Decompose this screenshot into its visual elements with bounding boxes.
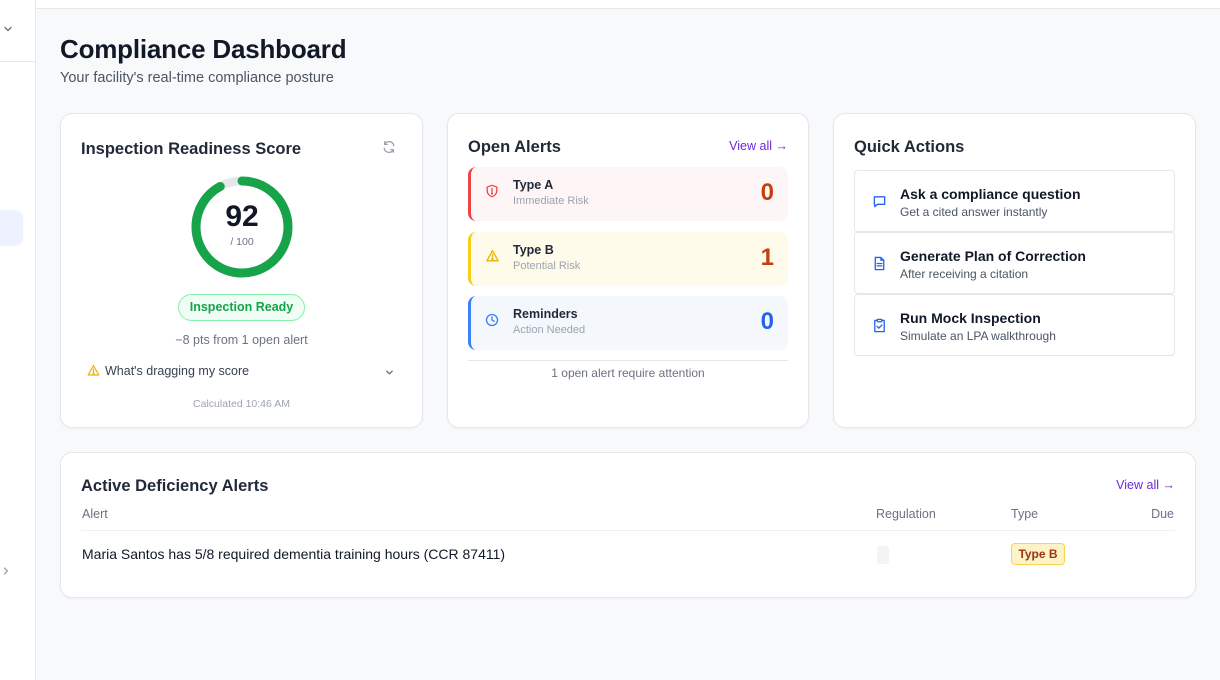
alert-description: Maria Santos has 5/8 required dementia t… [82,546,506,562]
deficiency-view-all-link[interactable]: View all → [1116,478,1175,492]
column-header-type[interactable]: Type [1011,507,1038,521]
alert-type-a[interactable]: Type A Immediate Risk 0 [468,167,788,221]
divider [81,530,1175,531]
action-title: Generate Plan of Correction [900,248,1086,264]
alert-subtitle: Potential Risk [513,260,581,272]
alert-count: 0 [760,308,774,335]
alert-name: Type B [513,243,554,257]
refresh-icon[interactable] [382,140,396,159]
chevron-down-icon [384,365,395,383]
open-alerts-summary: 1 open alert require attention [551,366,705,380]
action-title: Ask a compliance question [900,186,1081,202]
score-drivers-label: What's dragging my score [105,364,250,378]
document-icon [872,256,887,276]
shield-alert-icon [485,184,499,203]
column-header-regulation[interactable]: Regulation [876,507,936,521]
score-max: / 100 [230,236,254,248]
calculated-timestamp: Calculated 10:46 AM [193,398,290,410]
deficiency-alerts-card: Active Deficiency Alerts View all → Aler… [60,452,1196,598]
deficiency-alerts-title: Active Deficiency Alerts [81,477,269,495]
clock-icon [485,313,499,332]
regulation-placeholder [877,546,889,564]
top-bar [36,0,1220,9]
warning-triangle-icon [485,249,500,268]
alert-count: 0 [760,179,774,206]
chevron-down-icon[interactable] [2,22,14,40]
quick-actions-card: Quick Actions Ask a compliance question … [833,113,1196,428]
chevron-right-icon[interactable] [1,564,11,582]
score-note: −8 pts from 1 open alert [175,333,308,347]
open-alerts-view-all-link[interactable]: View all → [729,139,788,153]
warning-triangle-icon [87,364,100,382]
mock-inspection-button[interactable]: Run Mock Inspection Simulate an LPA walk… [854,294,1175,356]
open-alerts-title: Open Alerts [468,138,561,156]
alert-name: Reminders [513,307,578,321]
action-subtitle: After receiving a citation [900,267,1029,281]
alert-count: 1 [760,244,774,271]
column-header-alert[interactable]: Alert [82,507,108,521]
readiness-score-card: Inspection Readiness Score 92 / 100 Insp… [60,113,423,428]
action-subtitle: Simulate an LPA walkthrough [900,329,1056,343]
open-alerts-card: Open Alerts View all → Type A Immediate … [447,113,809,428]
alert-subtitle: Action Needed [513,324,586,336]
page-title: Compliance Dashboard [60,34,347,64]
score-drivers-toggle[interactable]: What's dragging my score [87,361,397,383]
status-badge: Inspection Ready [178,294,305,321]
sidebar-item-active[interactable] [0,210,23,246]
action-title: Run Mock Inspection [900,310,1041,326]
sidebar [0,0,36,680]
clipboard-check-icon [872,318,887,338]
quick-actions-title: Quick Actions [854,138,965,156]
alert-subtitle: Immediate Risk [513,195,589,207]
divider [468,360,788,361]
alert-name: Type A [513,178,554,192]
page-subtitle: Your facility's real-time compliance pos… [60,70,334,86]
score-value: 92 [225,200,259,233]
type-badge: Type B [1011,543,1065,565]
readiness-card-title: Inspection Readiness Score [81,140,302,158]
column-header-due[interactable]: Due [1151,507,1174,521]
alert-type-b[interactable]: Type B Potential Risk 1 [468,232,788,286]
action-subtitle: Get a cited answer instantly [900,205,1048,219]
sidebar-header [0,0,35,62]
ask-question-button[interactable]: Ask a compliance question Get a cited an… [854,170,1175,232]
chat-bubble-icon [872,194,887,214]
alert-reminders[interactable]: Reminders Action Needed 0 [468,296,788,350]
generate-plan-button[interactable]: Generate Plan of Correction After receiv… [854,232,1175,294]
